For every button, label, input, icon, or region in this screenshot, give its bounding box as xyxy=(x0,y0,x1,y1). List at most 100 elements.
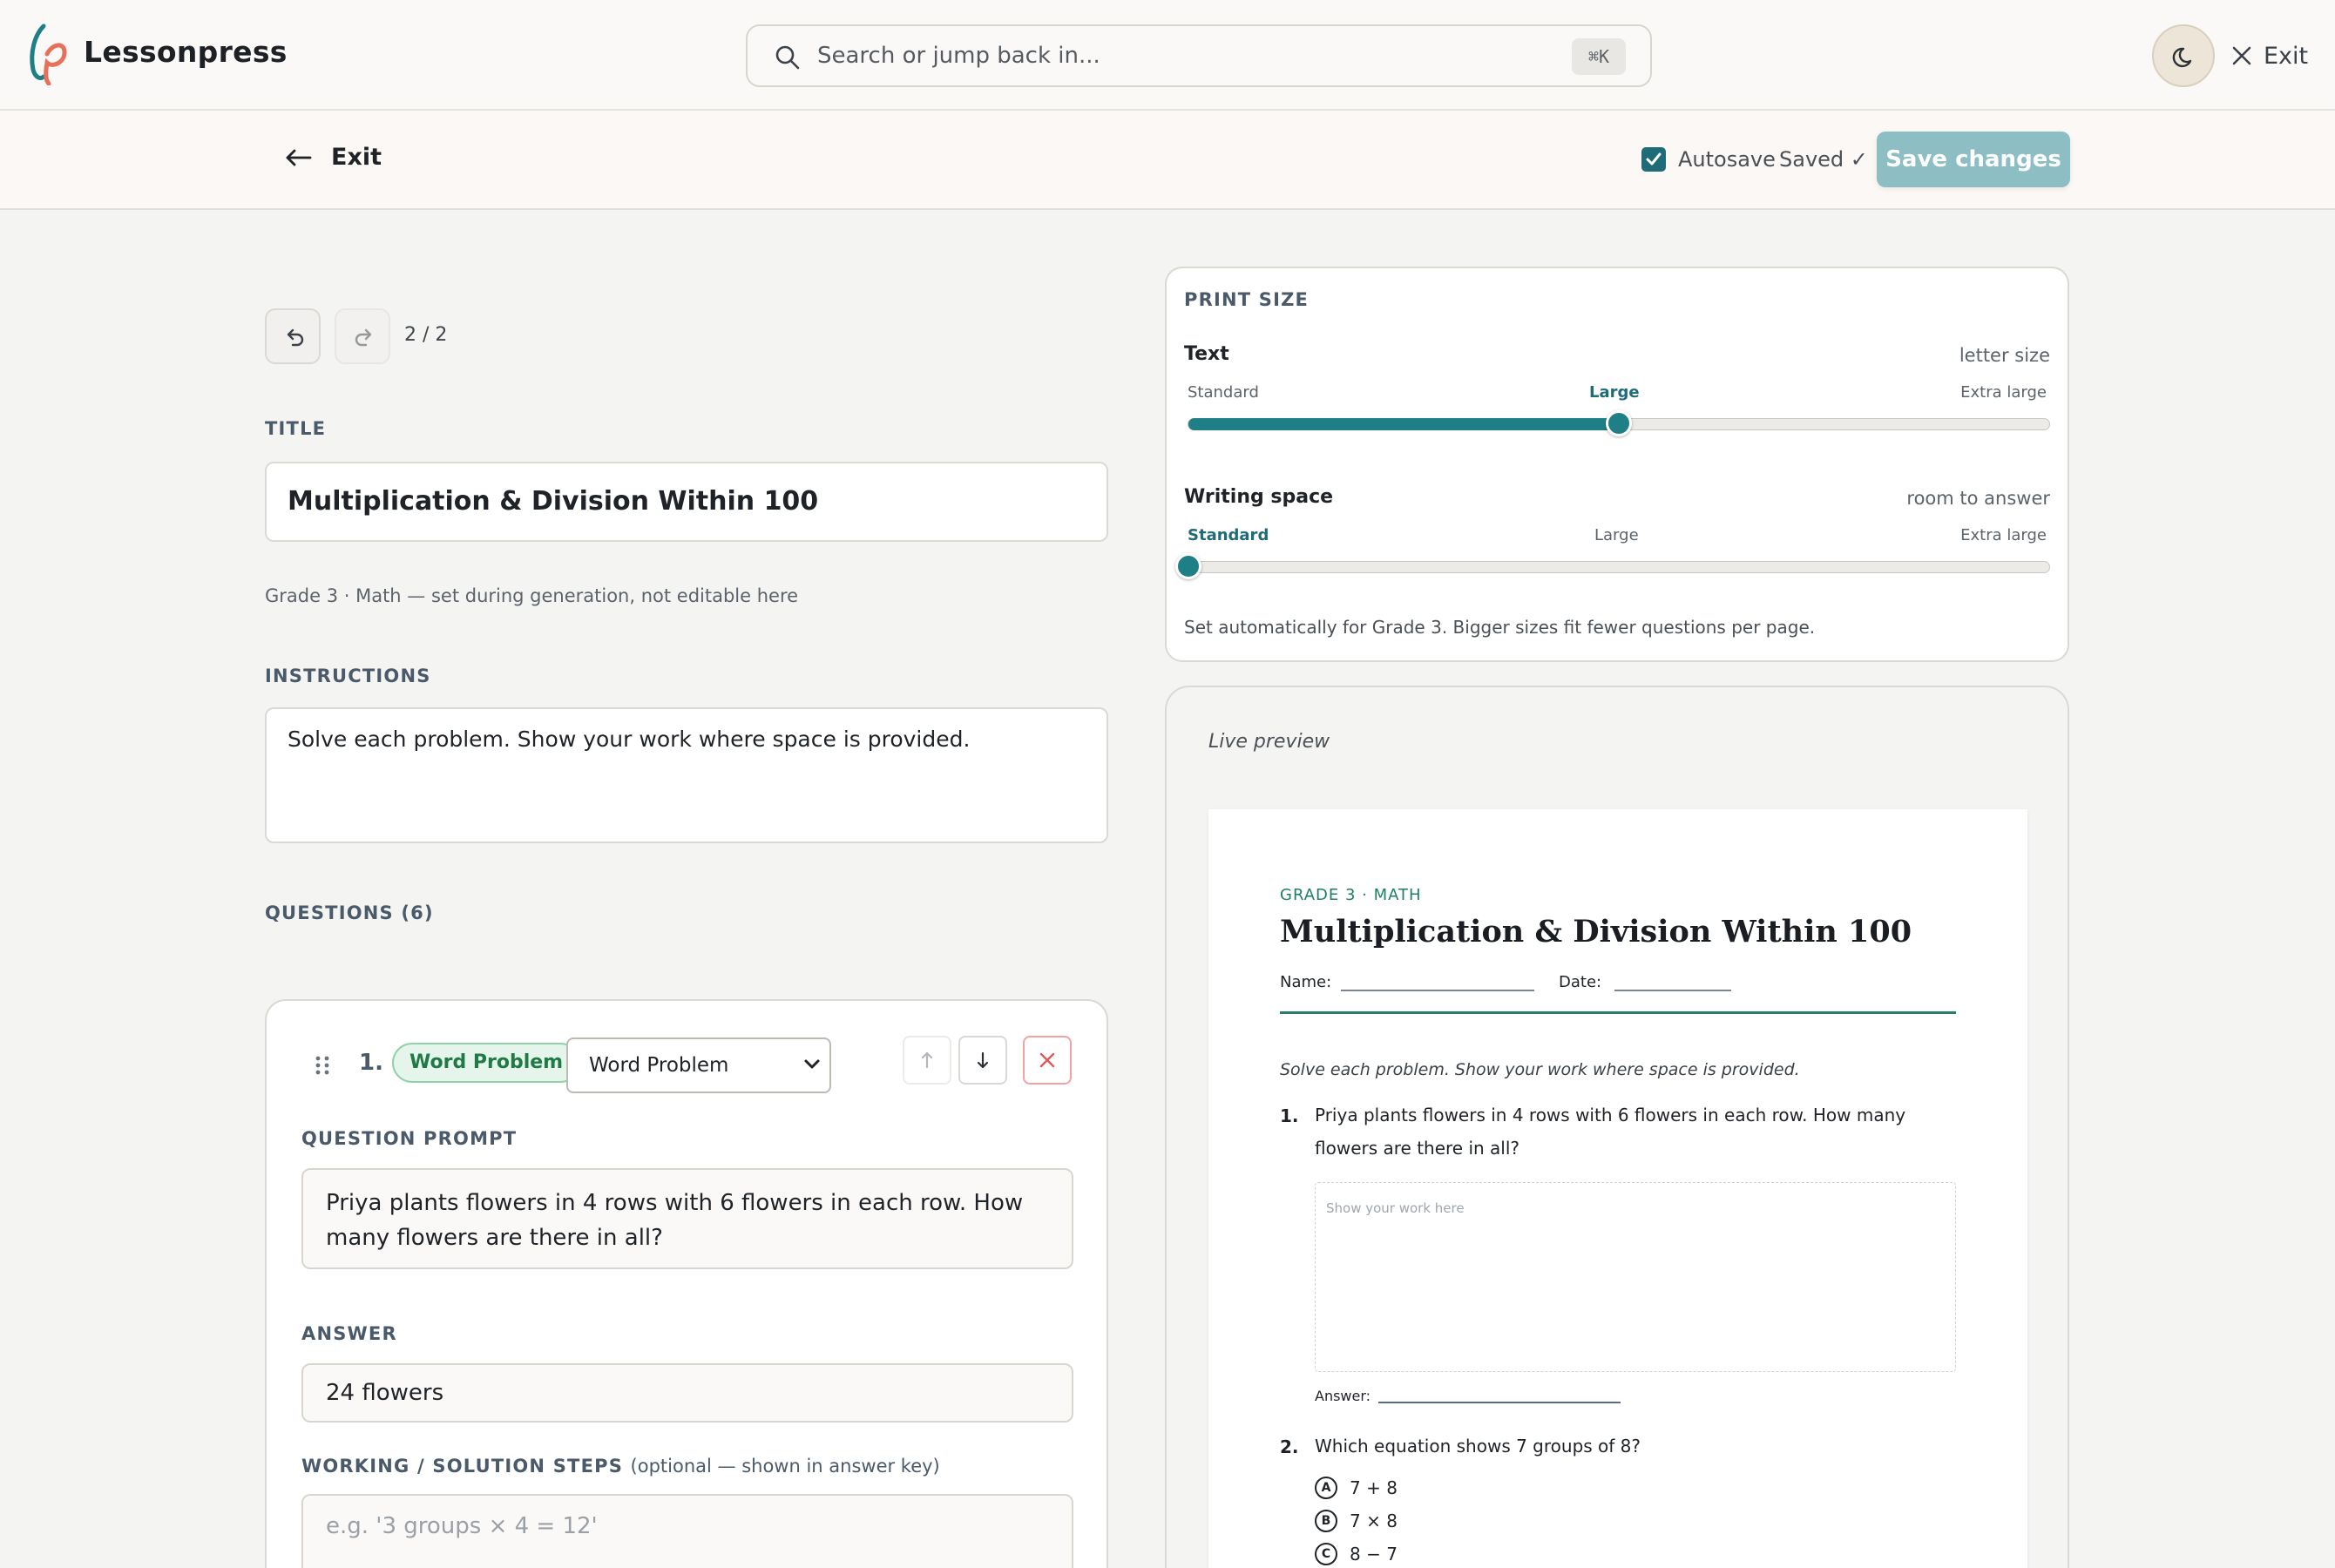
move-up-button[interactable] xyxy=(903,1036,951,1085)
drag-handle-icon[interactable] xyxy=(314,1055,331,1076)
autosave-label: Autosave xyxy=(1678,147,1776,172)
answer-label: ANSWER xyxy=(301,1323,397,1344)
worksheet-work-area: Show your work here xyxy=(1315,1182,1956,1372)
writing-space-thumb[interactable] xyxy=(1175,553,1201,579)
answer-input[interactable]: 24 flowers xyxy=(301,1363,1073,1423)
text-size-option-large[interactable]: Large xyxy=(1589,383,1640,402)
worksheet-answer-line xyxy=(1378,1402,1621,1403)
top-exit-label: Exit xyxy=(2264,42,2309,70)
choice-text: 8 − 7 xyxy=(1350,1544,1398,1565)
live-preview-label: Live preview xyxy=(1208,731,1330,753)
choice-text: 7 × 8 xyxy=(1350,1511,1398,1531)
top-nav: Lessonpress Search or jump back in... ⌘K… xyxy=(0,0,2335,111)
save-status: Saved ✓ xyxy=(1779,147,1868,172)
autosave-toggle[interactable]: Autosave xyxy=(1641,147,1776,172)
text-size-option-standard[interactable]: Standard xyxy=(1188,383,1259,402)
questions-heading: QUESTIONS (6) xyxy=(265,902,434,923)
history-position: 2 / 2 xyxy=(404,324,448,346)
search-icon xyxy=(775,45,800,70)
worksheet-eyebrow: GRADE 3 · MATH xyxy=(1280,886,1422,904)
move-down-button[interactable] xyxy=(958,1036,1007,1085)
worksheet-choice: C 8 − 7 xyxy=(1315,1543,1398,1565)
writing-space-label: Writing space xyxy=(1184,486,1334,508)
text-size-label: Text xyxy=(1184,343,1229,365)
text-size-option-extra-large[interactable]: Extra large xyxy=(1960,383,2047,402)
writing-space-option-extra-large[interactable]: Extra large xyxy=(1960,526,2047,544)
choice-letter: B xyxy=(1315,1510,1337,1532)
redo-button[interactable] xyxy=(335,308,390,364)
arrow-down-icon xyxy=(977,1051,989,1069)
close-icon xyxy=(1039,1052,1055,1068)
worksheet-answer-label: Answer: xyxy=(1315,1388,1371,1404)
theme-toggle-button[interactable] xyxy=(2152,24,2215,87)
meta-note: Grade 3 · Math — set during generation, … xyxy=(265,585,799,606)
question-type-select-value: Word Problem xyxy=(589,1054,729,1077)
chevron-down-icon xyxy=(804,1059,820,1069)
title-input[interactable]: Multiplication & Division Within 100 xyxy=(265,462,1108,542)
text-size-fill xyxy=(1188,417,1619,430)
instructions-textarea[interactable]: Solve each problem. Show your work where… xyxy=(265,707,1108,843)
top-exit-button[interactable]: Exit xyxy=(2230,37,2308,75)
choice-letter: C xyxy=(1315,1543,1337,1565)
worksheet-instructions: Solve each problem. Show your work where… xyxy=(1280,1060,1800,1079)
text-size-thumb[interactable] xyxy=(1606,410,1632,436)
print-size-panel: PRINT SIZE Text letter size Standard Lar… xyxy=(1165,267,2069,662)
check-icon xyxy=(1646,152,1662,166)
undo-icon xyxy=(287,328,304,347)
worksheet-date-line xyxy=(1614,990,1731,991)
back-exit-label: Exit xyxy=(331,144,382,171)
redo-icon xyxy=(355,328,372,347)
worksheet-title: Multiplication & Division Within 100 xyxy=(1280,914,1912,950)
worksheet-name-label: Name: xyxy=(1280,973,1332,991)
text-size-hint: letter size xyxy=(1959,345,2050,366)
text-size-slider[interactable] xyxy=(1188,410,2050,436)
worksheet-date-label: Date: xyxy=(1559,973,1602,991)
close-icon xyxy=(2232,46,2251,65)
writing-space-hint: room to answer xyxy=(1906,488,2050,509)
editor-toolbar: Exit Autosave Saved ✓ Save changes xyxy=(0,111,2335,210)
writing-space-slider[interactable] xyxy=(1175,553,2050,579)
back-exit-button[interactable]: Exit xyxy=(284,144,382,171)
working-input[interactable]: e.g. '3 groups × 4 = 12' xyxy=(301,1494,1073,1568)
moon-icon xyxy=(2172,47,2192,68)
arrow-left-icon xyxy=(286,149,312,166)
question-card: 1. Word Problem Word Problem QUESTION PR… xyxy=(265,999,1108,1568)
choice-text: 7 + 8 xyxy=(1350,1477,1398,1498)
print-size-title: PRINT SIZE xyxy=(1184,289,1310,310)
live-preview-panel: Live preview GRADE 3 · MATH Multiplicati… xyxy=(1165,686,2069,1568)
worksheet-preview: GRADE 3 · MATH Multiplication & Division… xyxy=(1208,809,2027,1568)
worksheet-q2-text: Which equation shows 7 groups of 8? xyxy=(1315,1436,1641,1456)
worksheet-q2-number: 2. xyxy=(1280,1436,1299,1457)
arrow-up-icon xyxy=(921,1051,933,1069)
writing-space-option-standard[interactable]: Standard xyxy=(1188,526,1269,544)
undo-button[interactable] xyxy=(265,308,321,364)
instructions-label: INSTRUCTIONS xyxy=(265,666,431,686)
worksheet-q1-text: Priya plants flowers in 4 rows with 6 fl… xyxy=(1315,1105,1906,1159)
print-size-note: Set automatically for Grade 3. Bigger si… xyxy=(1184,617,1816,638)
question-prompt-input[interactable]: Priya plants flowers in 4 rows with 6 fl… xyxy=(301,1168,1073,1269)
search-input[interactable]: Search or jump back in... ⌘K xyxy=(746,24,1652,87)
working-label-hint: (optional — shown in answer key) xyxy=(630,1456,940,1477)
search-placeholder: Search or jump back in... xyxy=(817,43,1100,69)
worksheet-choice: B 7 × 8 xyxy=(1315,1510,1398,1532)
question-prompt-label: QUESTION PROMPT xyxy=(301,1128,518,1149)
question-type-badge: Word Problem xyxy=(392,1043,581,1083)
choice-letter: A xyxy=(1315,1477,1337,1499)
search-shortcut-badge: ⌘K xyxy=(1572,38,1626,75)
question-type-select[interactable]: Word Problem xyxy=(566,1037,831,1093)
worksheet-header-rule xyxy=(1280,1011,1956,1014)
working-label: WORKING / SOLUTION STEPS (optional — sho… xyxy=(301,1456,940,1477)
question-number: 1. xyxy=(359,1050,383,1076)
worksheet-choice: A 7 + 8 xyxy=(1315,1477,1398,1499)
autosave-checkbox[interactable] xyxy=(1641,147,1666,172)
working-label-text: WORKING / SOLUTION STEPS xyxy=(301,1456,624,1477)
logo-icon xyxy=(30,24,67,85)
worksheet-q1-number: 1. xyxy=(1280,1105,1299,1126)
title-label: TITLE xyxy=(265,418,327,439)
worksheet-work-hint: Show your work here xyxy=(1326,1200,1465,1216)
worksheet-name-line xyxy=(1341,990,1534,991)
app-name[interactable]: Lessonpress xyxy=(84,35,288,69)
save-changes-button[interactable]: Save changes xyxy=(1877,132,2070,187)
delete-question-button[interactable] xyxy=(1023,1036,1072,1085)
writing-space-option-large[interactable]: Large xyxy=(1594,526,1639,544)
